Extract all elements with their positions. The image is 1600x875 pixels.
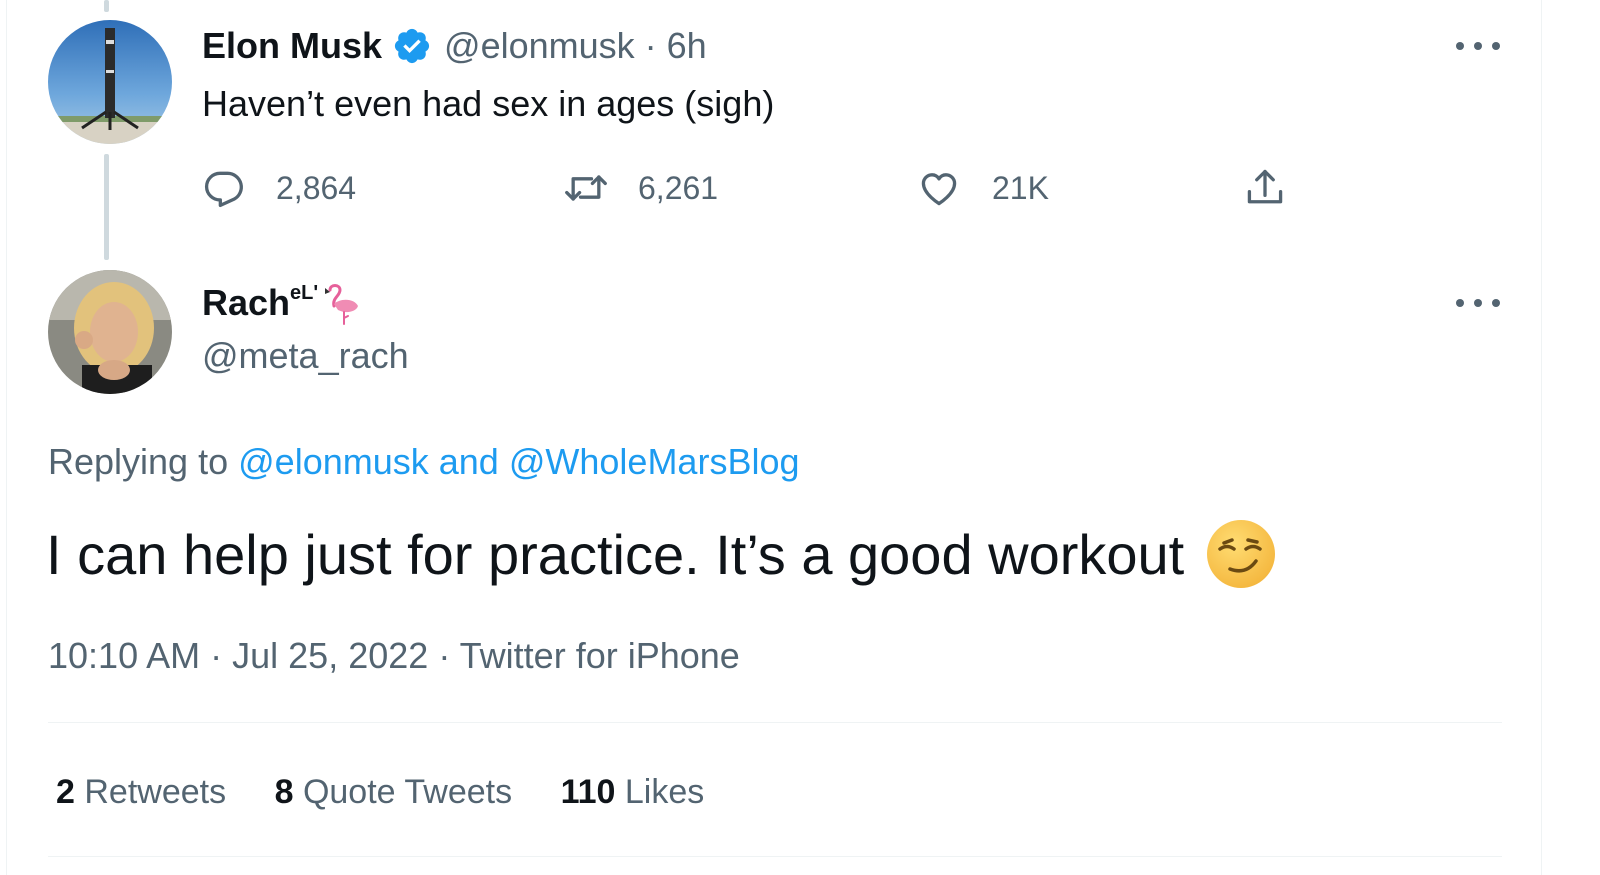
like-count: 21K: [992, 169, 1049, 206]
author-handle[interactable]: @elonmusk: [444, 25, 635, 67]
metadata-dot: ·: [438, 635, 451, 676]
more-options-icon[interactable]: [1456, 36, 1500, 56]
heart-icon: [921, 173, 957, 206]
flamingo-emoji-icon: [320, 280, 360, 326]
retweet-button[interactable]: 6,261: [562, 166, 718, 210]
reply-text-row: I can help just for practice. It’s a goo…: [46, 516, 1276, 592]
share-icon: [1247, 169, 1283, 204]
reply-author-row: Rach eL': [202, 280, 360, 326]
mention-link-elonmusk[interactable]: @elonmusk: [238, 441, 429, 482]
tweet-thread-container: [6, 0, 1542, 875]
likes-stat[interactable]: 110 Likes: [561, 773, 705, 811]
thread-line-top: [104, 0, 109, 12]
rocket-photo-image: [48, 20, 172, 144]
rachel-avatar[interactable]: [48, 270, 172, 394]
tweet-time-ago[interactable]: 6h: [667, 25, 707, 67]
mention-link-wholemarsblog[interactable]: @WholeMarsBlog: [509, 441, 800, 482]
reply-count: 2,864: [276, 169, 357, 206]
share-button[interactable]: [1242, 166, 1288, 210]
divider: [48, 722, 1502, 723]
divider-bottom: [48, 856, 1502, 857]
likes-stat-label: Likes: [624, 773, 705, 811]
smirking-face-emoji-icon: [1206, 519, 1276, 589]
author-name[interactable]: Elon Musk: [202, 25, 382, 67]
quote-tweets-stat[interactable]: 8 Quote Tweets: [275, 773, 513, 811]
retweets-stat-count: 2: [56, 773, 75, 811]
replying-to-prefix: Replying to: [48, 441, 229, 482]
tweet-metadata: 10:10 AM · Jul 25, 2022 · Twitter for iP…: [48, 634, 740, 678]
tweet-text: Haven’t even had sex in ages (sigh): [202, 83, 775, 124]
reply-tweet-text: I can help just for practice. It’s a goo…: [46, 522, 1185, 586]
quote-tweets-stat-label: Quote Tweets: [302, 773, 513, 811]
reply-author-handle[interactable]: @meta_rach: [202, 334, 409, 378]
tweet-date[interactable]: Jul 25, 2022: [232, 635, 428, 676]
tweet-stats: 2 Retweets 8 Quote Tweets 110 Likes: [56, 770, 704, 814]
quote-tweets-stat-count: 8: [274, 773, 294, 811]
replying-to-and: and: [438, 441, 499, 482]
likes-stat-count: 110: [560, 773, 616, 811]
more-options-icon[interactable]: [1456, 293, 1500, 313]
like-button[interactable]: 21K: [916, 166, 1049, 210]
retweets-stat[interactable]: 2 Retweets: [56, 773, 226, 811]
verified-badge-icon: [392, 26, 432, 66]
retweets-stat-label: Retweets: [84, 773, 227, 811]
reply-icon: [204, 171, 243, 208]
retweet-count: 6,261: [638, 169, 719, 206]
tweet-header: Elon Musk @elonmusk · 6h: [202, 24, 707, 68]
reply-button[interactable]: 2,864: [202, 166, 356, 210]
thread-line: [104, 154, 109, 260]
retweet-icon: [565, 175, 607, 201]
reply-author-name-suffix: eL': [290, 281, 319, 304]
elon-avatar[interactable]: [48, 20, 172, 144]
profile-photo-image: [48, 270, 172, 394]
tweet-source[interactable]: Twitter for iPhone: [460, 635, 740, 676]
reply-author-name[interactable]: Rach: [202, 282, 290, 324]
replying-to: Replying to @elonmusk and @WholeMarsBlog: [48, 440, 800, 484]
metadata-dot: ·: [210, 635, 223, 676]
tweet-time[interactable]: 10:10 AM: [48, 635, 200, 676]
separator-dot: ·: [644, 25, 657, 66]
